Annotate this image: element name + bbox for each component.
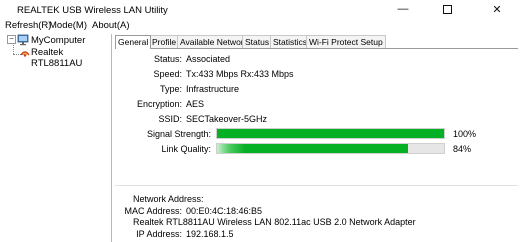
tab-profile[interactable]: Profile xyxy=(149,35,180,48)
menu-mode[interactable]: Mode(M) xyxy=(49,20,87,31)
computer-icon xyxy=(17,34,29,46)
type-value: Infrastructure xyxy=(186,84,240,94)
network-address-heading: Network Address: xyxy=(133,194,204,204)
tab-general[interactable]: General xyxy=(115,35,152,49)
link-quality-percent: 84% xyxy=(453,144,472,154)
tree-adapter-label[interactable]: Realtek RTL8811AU xyxy=(31,47,111,69)
link-quality-label: Link Quality: xyxy=(161,144,211,154)
menu-about[interactable]: About(A) xyxy=(92,20,130,31)
general-panel: Status: Associated Speed: Tx:433 Mbps Rx… xyxy=(115,48,518,242)
ssid-label: SSID: xyxy=(158,114,182,124)
minimize-button[interactable]: — xyxy=(381,0,425,18)
maximize-button[interactable] xyxy=(425,0,469,18)
menu-refresh[interactable]: Refresh(R) xyxy=(5,20,51,31)
signal-strength-bar xyxy=(216,128,445,139)
mac-address-label: MAC Address: xyxy=(124,206,182,216)
ip-address-value: 192.168.1.5 xyxy=(186,229,234,239)
mac-address-value: 00:E0:4C:18:46:B5 xyxy=(186,206,263,216)
maximize-icon xyxy=(442,4,452,14)
tab-wifi-protect-setup[interactable]: Wi-Fi Protect Setup xyxy=(306,35,386,48)
close-icon: ✕ xyxy=(492,3,502,16)
collapse-icon[interactable]: − xyxy=(7,35,16,44)
speed-label: Speed: xyxy=(153,69,182,79)
close-button[interactable]: ✕ xyxy=(474,0,520,18)
link-quality-fill xyxy=(217,144,408,153)
section-divider xyxy=(115,185,518,186)
encryption-value: AES xyxy=(186,99,205,109)
status-label: Status: xyxy=(153,54,182,64)
speed-value: Tx:433 Mbps Rx:433 Mbps xyxy=(186,69,294,79)
wireless-adapter-icon xyxy=(20,51,30,57)
signal-strength-label: Signal Strength: xyxy=(146,129,211,139)
ssid-value: SECTakeover-5GHz xyxy=(186,114,268,124)
device-tree: − MyComputer Realtek RTL8811AU xyxy=(2,34,112,242)
minimize-icon: — xyxy=(397,3,409,15)
tab-status[interactable]: Status xyxy=(242,35,273,48)
tab-statistics[interactable]: Statistics xyxy=(270,35,311,48)
tree-root-label[interactable]: MyComputer xyxy=(31,35,85,46)
ip-address-label: IP Address: xyxy=(136,229,182,239)
signal-strength-percent: 100% xyxy=(453,129,477,139)
status-value: Associated xyxy=(186,54,231,64)
encryption-label: Encryption: xyxy=(136,99,182,109)
type-label: Type: xyxy=(159,84,182,94)
link-quality-bar xyxy=(216,143,445,154)
signal-strength-fill xyxy=(217,129,444,138)
tab-available-network[interactable]: Available Network xyxy=(177,35,251,48)
adapter-description: Realtek RTL8811AU Wireless LAN 802.11ac … xyxy=(133,217,416,227)
title-bar: REALTEK USB Wireless LAN Utility — ✕ xyxy=(0,0,520,18)
menu-bar: Refresh(R) Mode(M) About(A) xyxy=(0,19,520,33)
window-title: REALTEK USB Wireless LAN Utility xyxy=(17,5,168,16)
